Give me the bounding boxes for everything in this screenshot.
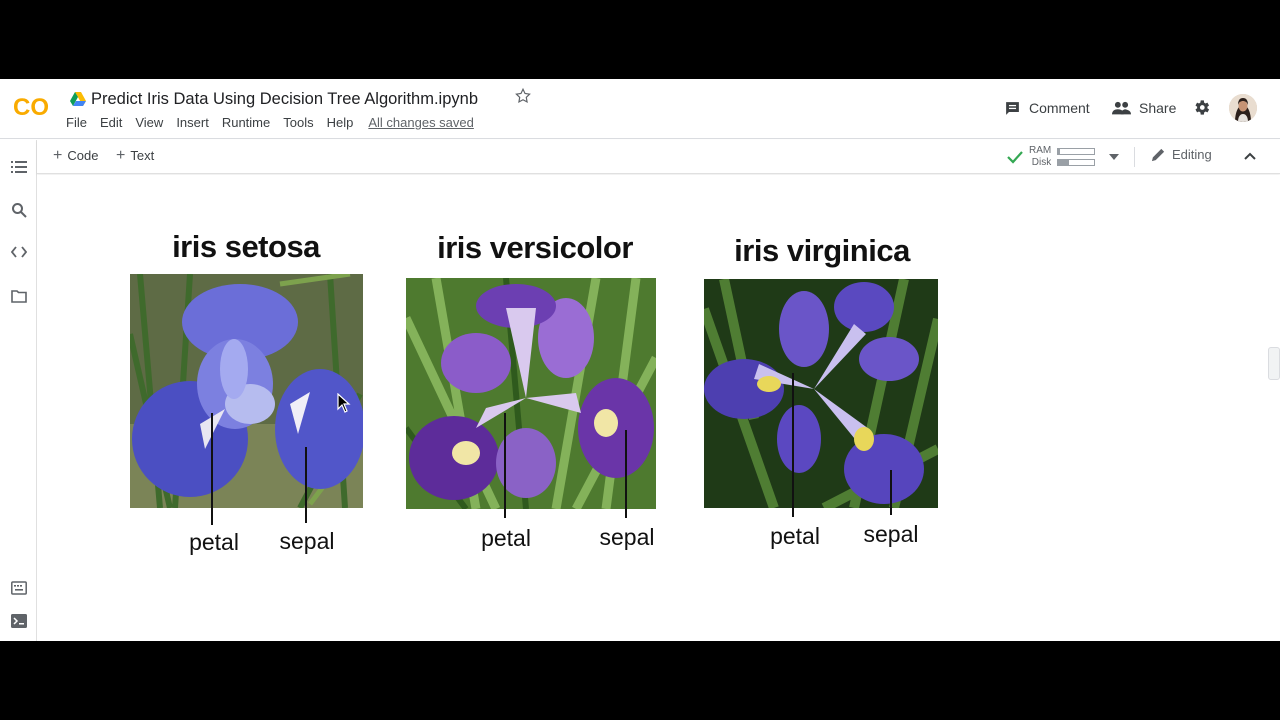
disk-usage-bar bbox=[1057, 159, 1096, 166]
menu-view[interactable]: View bbox=[135, 115, 163, 130]
ram-label: RAM bbox=[1029, 145, 1052, 156]
google-drive-icon bbox=[70, 92, 86, 106]
label-petal: petal bbox=[481, 525, 531, 551]
iris-versicolor-photo bbox=[406, 278, 656, 509]
people-icon bbox=[1112, 101, 1131, 114]
notebook-title[interactable]: Predict Iris Data Using Decision Tree Al… bbox=[91, 90, 478, 109]
pointer-line bbox=[211, 413, 213, 525]
add-text-button[interactable]: + Text bbox=[116, 146, 155, 164]
share-label: Share bbox=[1139, 100, 1177, 116]
title-row: Predict Iris Data Using Decision Tree Al… bbox=[70, 88, 478, 110]
pencil-icon bbox=[1151, 148, 1165, 162]
add-code-label: Code bbox=[67, 148, 99, 163]
resource-labels: RAM Disk bbox=[1029, 145, 1051, 169]
plus-icon: + bbox=[116, 146, 126, 164]
pointer-line bbox=[792, 373, 794, 517]
terminal-icon[interactable] bbox=[11, 613, 27, 629]
ram-usage-fill bbox=[1058, 149, 1061, 154]
iris-setosa-photo bbox=[130, 274, 363, 508]
logo-text: CO bbox=[13, 94, 49, 121]
colab-logo[interactable]: CO bbox=[12, 93, 54, 121]
menu-bar: File Edit View Insert Runtime Tools Help… bbox=[66, 115, 487, 130]
search-icon[interactable] bbox=[11, 202, 27, 218]
pointer-line bbox=[625, 430, 627, 518]
left-sidebar bbox=[0, 140, 37, 641]
chevron-up-icon[interactable] bbox=[1243, 151, 1257, 161]
add-code-button[interactable]: + Code bbox=[53, 146, 99, 164]
menu-tools[interactable]: Tools bbox=[283, 115, 313, 130]
star-icon[interactable] bbox=[514, 87, 532, 105]
settings-gear-icon[interactable] bbox=[1192, 98, 1211, 117]
chevron-down-icon[interactable] bbox=[1109, 154, 1120, 160]
table-of-contents-icon[interactable] bbox=[11, 159, 27, 175]
editing-label: Editing bbox=[1172, 147, 1212, 162]
comment-button[interactable]: Comment bbox=[1004, 97, 1090, 119]
connected-check-icon bbox=[1007, 151, 1023, 164]
flower-title-versicolor: iris versicolor bbox=[437, 230, 633, 265]
ram-usage-bar bbox=[1057, 148, 1096, 155]
menu-file[interactable]: File bbox=[66, 115, 87, 130]
share-button[interactable]: Share bbox=[1112, 97, 1176, 119]
folder-icon[interactable] bbox=[11, 288, 27, 304]
notebook-content: iris setosa petal sepal iris versicolor bbox=[37, 175, 1280, 641]
code-snippets-icon[interactable] bbox=[11, 244, 27, 260]
header: CO Predict Iris Data Using Decision Tree… bbox=[0, 79, 1280, 139]
toolbar-divider bbox=[1134, 147, 1135, 167]
editing-mode-button[interactable]: Editing bbox=[1151, 147, 1212, 162]
flower-title-virginica: iris virginica bbox=[734, 233, 910, 268]
disk-usage-fill bbox=[1058, 160, 1070, 165]
menu-help[interactable]: Help bbox=[327, 115, 354, 130]
save-status[interactable]: All changes saved bbox=[368, 115, 474, 130]
comment-label: Comment bbox=[1029, 100, 1090, 116]
flower-title-setosa: iris setosa bbox=[172, 229, 320, 264]
disk-label: Disk bbox=[1031, 157, 1052, 168]
mouse-cursor-icon bbox=[337, 393, 351, 413]
label-sepal: sepal bbox=[863, 521, 919, 547]
label-sepal: sepal bbox=[599, 524, 655, 550]
user-avatar[interactable] bbox=[1229, 94, 1257, 122]
plus-icon: + bbox=[53, 146, 63, 164]
pointer-line bbox=[890, 470, 892, 515]
colab-window: CO Predict Iris Data Using Decision Tree… bbox=[0, 79, 1280, 641]
add-text-label: Text bbox=[130, 148, 155, 163]
label-petal: petal bbox=[770, 523, 820, 549]
menu-insert[interactable]: Insert bbox=[176, 115, 209, 130]
comment-icon bbox=[1006, 101, 1019, 115]
menu-edit[interactable]: Edit bbox=[100, 115, 122, 130]
label-sepal: sepal bbox=[279, 528, 335, 554]
scrollbar-thumb[interactable] bbox=[1268, 347, 1280, 380]
pointer-line bbox=[504, 413, 506, 518]
avatar-photo bbox=[1229, 94, 1257, 122]
command-palette-icon[interactable] bbox=[11, 580, 27, 596]
notebook-toolbar: + Code + Text RAM Disk Editing bbox=[37, 140, 1280, 174]
menu-runtime[interactable]: Runtime bbox=[222, 115, 270, 130]
pointer-line bbox=[305, 447, 307, 523]
resource-bars bbox=[1057, 148, 1096, 166]
iris-virginica-photo bbox=[704, 279, 938, 508]
label-petal: petal bbox=[189, 529, 239, 555]
resource-monitor[interactable]: RAM Disk bbox=[1007, 145, 1120, 169]
